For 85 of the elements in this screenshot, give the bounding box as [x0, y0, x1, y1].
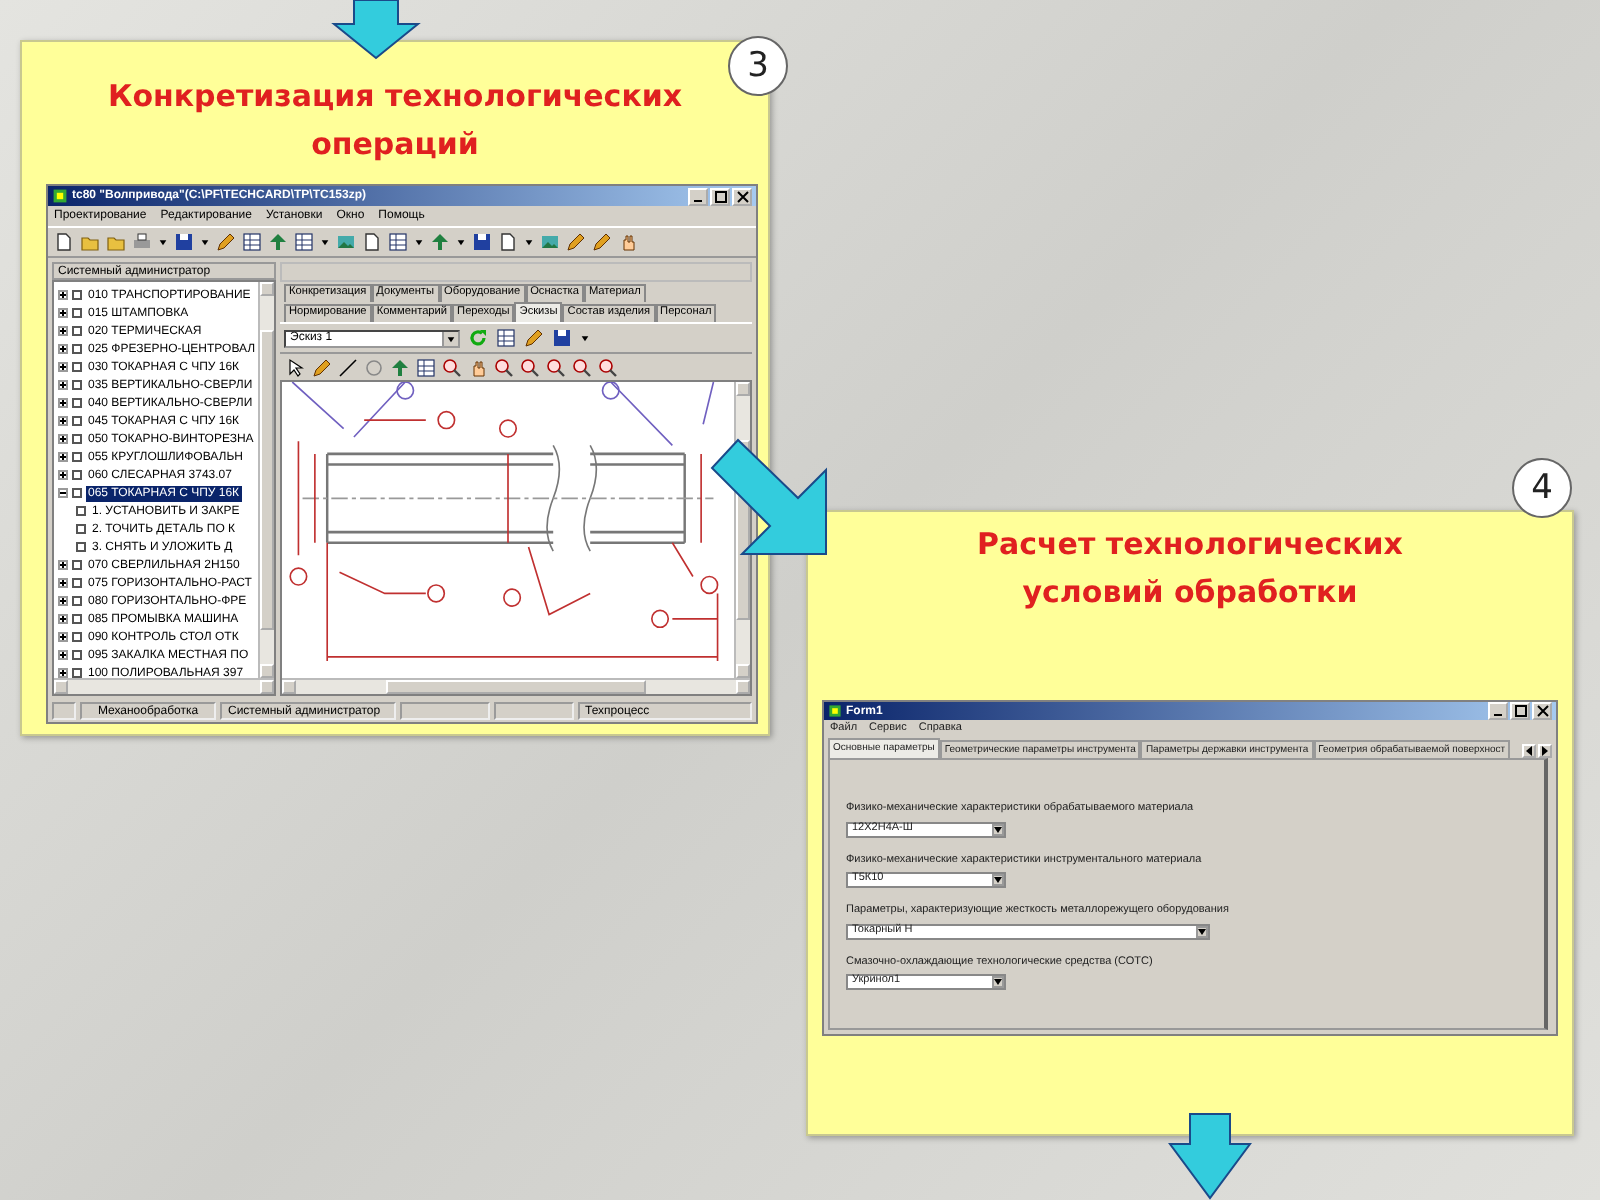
table-icon[interactable] — [416, 357, 436, 377]
expand-icon[interactable] — [58, 632, 68, 642]
zoom-icon[interactable] — [598, 357, 618, 377]
checkbox[interactable] — [72, 452, 82, 462]
expand-icon[interactable] — [58, 452, 68, 462]
scroll-left-icon[interactable] — [1524, 744, 1534, 758]
close-icon[interactable] — [1535, 704, 1549, 718]
app-icon — [52, 188, 68, 204]
table-icon[interactable] — [294, 232, 314, 252]
checkbox[interactable] — [72, 614, 82, 624]
expand-icon[interactable] — [58, 596, 68, 606]
step-title: Конкретизация технологических операций — [105, 76, 685, 166]
status-panel — [493, 702, 573, 720]
expand-icon[interactable] — [58, 578, 68, 588]
checkbox[interactable] — [72, 632, 82, 642]
printer-icon[interactable] — [132, 232, 152, 252]
caret-icon[interactable] — [994, 825, 1002, 833]
caret-icon[interactable] — [994, 978, 1002, 986]
checkbox[interactable] — [72, 578, 82, 588]
expand-icon[interactable] — [58, 416, 68, 426]
page-icon[interactable] — [498, 232, 518, 252]
maximize-icon[interactable] — [1513, 704, 1527, 718]
table-icon[interactable] — [496, 328, 516, 348]
close-icon[interactable] — [735, 189, 749, 203]
checkbox[interactable] — [72, 416, 82, 426]
arrow-icon[interactable] — [268, 232, 288, 252]
expand-icon[interactable] — [58, 614, 68, 624]
checkbox[interactable] — [72, 434, 82, 444]
caret-icon[interactable] — [994, 876, 1002, 884]
expand-icon[interactable] — [58, 470, 68, 480]
collapse-icon[interactable] — [58, 488, 68, 498]
expand-icon[interactable] — [58, 362, 68, 372]
arrow-icon[interactable] — [390, 357, 410, 377]
checkbox[interactable] — [76, 524, 86, 534]
status-panel — [52, 702, 76, 720]
zoom-icon[interactable] — [442, 357, 462, 377]
step-title: Расчет технологических условий обработки — [975, 524, 1405, 614]
expand-icon[interactable] — [58, 344, 68, 354]
hand-icon[interactable] — [468, 357, 488, 377]
checkbox[interactable] — [72, 344, 82, 354]
table-icon[interactable] — [388, 232, 408, 252]
zoom-icon[interactable] — [494, 357, 514, 377]
down-arrow — [1166, 1112, 1254, 1200]
checkbox[interactable] — [72, 560, 82, 570]
checkbox[interactable] — [72, 362, 82, 372]
checkbox[interactable] — [72, 290, 82, 300]
checkbox[interactable] — [76, 542, 86, 552]
expand-icon[interactable] — [58, 380, 68, 390]
caret-icon[interactable] — [1198, 927, 1206, 935]
cursor-icon[interactable] — [286, 357, 306, 377]
status-panel — [399, 702, 489, 720]
table-icon[interactable] — [242, 232, 262, 252]
zoom-icon[interactable] — [572, 357, 592, 377]
image-icon[interactable] — [540, 232, 560, 252]
image-icon[interactable] — [336, 232, 356, 252]
expand-icon[interactable] — [58, 326, 68, 336]
scroll-right-icon[interactable] — [1540, 744, 1550, 758]
checkbox[interactable] — [72, 326, 82, 336]
maximize-icon[interactable] — [713, 189, 727, 203]
checkbox[interactable] — [76, 506, 86, 516]
checkbox[interactable] — [72, 380, 82, 390]
down-arrow — [330, 0, 422, 60]
zoom-icon[interactable] — [546, 357, 566, 377]
checkbox[interactable] — [72, 470, 82, 480]
expand-icon[interactable] — [58, 650, 68, 660]
checkbox[interactable] — [72, 488, 82, 498]
page-icon[interactable] — [362, 232, 382, 252]
checkbox[interactable] — [72, 650, 82, 660]
expand-icon[interactable] — [58, 398, 68, 408]
pencil-icon[interactable] — [524, 328, 544, 348]
checkbox[interactable] — [72, 398, 82, 408]
line-icon[interactable] — [338, 357, 358, 377]
expand-icon[interactable] — [58, 290, 68, 300]
page-icon[interactable] — [54, 232, 74, 252]
app-icon — [828, 704, 842, 718]
hand-icon[interactable] — [618, 232, 638, 252]
expand-icon[interactable] — [58, 308, 68, 318]
expand-icon[interactable] — [58, 434, 68, 444]
checkbox[interactable] — [72, 308, 82, 318]
zoom-icon[interactable] — [520, 357, 540, 377]
caret-icon[interactable] — [446, 331, 456, 345]
expand-icon[interactable] — [58, 560, 68, 570]
checkbox[interactable] — [72, 596, 82, 606]
checkbox[interactable] — [72, 668, 82, 678]
pencil-icon[interactable] — [216, 232, 236, 252]
